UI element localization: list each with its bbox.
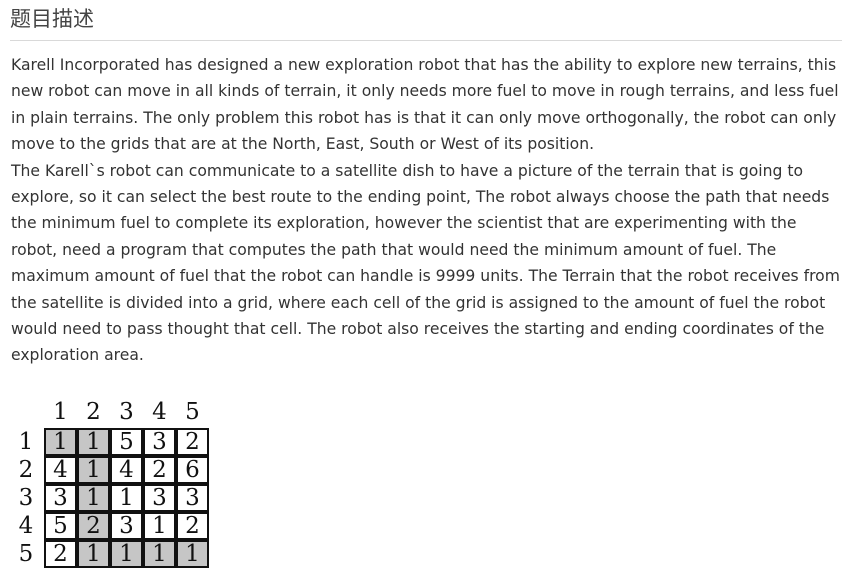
column-label: 2	[86, 399, 101, 425]
grid-cell: 1	[143, 512, 176, 540]
row-label: 1	[18, 429, 34, 455]
grid-cell: 2	[44, 540, 77, 568]
row-label: 5	[18, 541, 34, 567]
grid-cell: 3	[44, 484, 77, 512]
grid-cell-path: 1	[110, 540, 143, 568]
heading-divider	[10, 40, 842, 41]
column-label: 1	[53, 399, 68, 425]
grid-cell: 1	[110, 484, 143, 512]
grid-cell-path: 1	[44, 428, 77, 456]
grid-cell: 5	[110, 428, 143, 456]
grid-cell: 3	[143, 428, 176, 456]
grid-cell: 6	[176, 456, 209, 484]
column-label: 5	[185, 399, 200, 425]
grid-cell: 5	[44, 512, 77, 540]
description-paragraph-2: The Karell`s robot can communicate to a …	[11, 161, 840, 365]
row-label: 2	[18, 457, 34, 483]
grid-cell: 2	[143, 456, 176, 484]
grid-cell-path: 1	[77, 484, 110, 512]
grid-cell-path: 1	[77, 428, 110, 456]
grid-cell-path: 2	[77, 512, 110, 540]
grid-cell: 4	[110, 456, 143, 484]
problem-heading: 题目描述	[10, 7, 94, 31]
row-label: 3	[18, 485, 34, 511]
grid-cell: 4	[44, 456, 77, 484]
grid-cell-path: 1	[143, 540, 176, 568]
column-label: 3	[119, 399, 134, 425]
problem-description: Karell Incorporated has designed a new e…	[11, 52, 845, 369]
grid-cell-path: 1	[176, 540, 209, 568]
grid-cell: 2	[176, 428, 209, 456]
row-label: 4	[18, 513, 34, 539]
grid-cell-path: 1	[77, 456, 110, 484]
column-label: 4	[152, 399, 167, 425]
grid-cell: 3	[110, 512, 143, 540]
grid-cell-path: 1	[77, 540, 110, 568]
grid-cell: 2	[176, 512, 209, 540]
grid-cell: 3	[143, 484, 176, 512]
description-paragraph-1: Karell Incorporated has designed a new e…	[11, 56, 839, 154]
grid-cell: 3	[176, 484, 209, 512]
